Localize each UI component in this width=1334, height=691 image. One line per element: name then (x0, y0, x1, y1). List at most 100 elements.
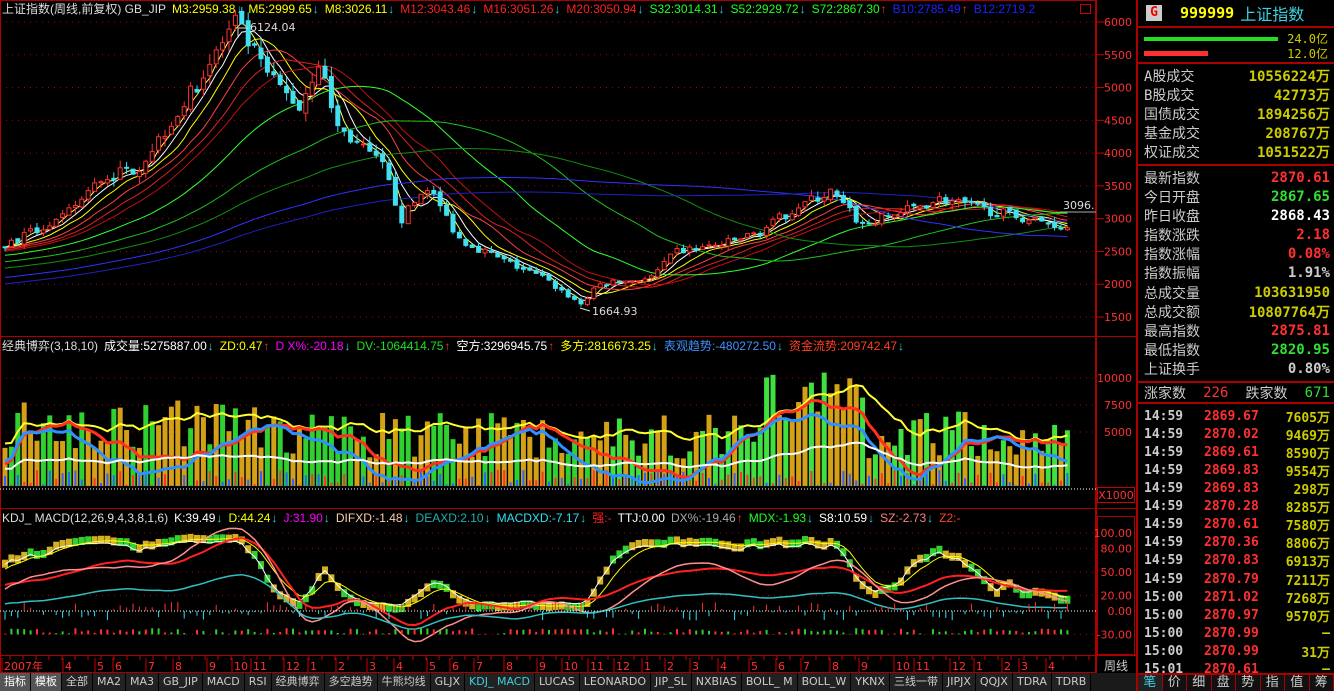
g-icon[interactable]: G (1146, 5, 1162, 21)
volume-bar (546, 447, 552, 486)
indicator-tab[interactable]: 多空趋势 (324, 673, 378, 691)
flow-bar (298, 484, 301, 486)
candle-up (1064, 227, 1070, 231)
candle-down (456, 231, 462, 239)
candle-up (85, 190, 91, 200)
tick-price: 2869.67 (1204, 408, 1259, 424)
tick-time: 14:59 (1144, 408, 1184, 424)
advance-decline: 涨家数 226 跌家数 671 (1138, 383, 1334, 402)
panel-tab[interactable]: 值 (1285, 675, 1310, 691)
dec-count: 671 (1304, 384, 1330, 401)
panel-tab[interactable]: 盘 (1211, 675, 1236, 691)
time-axis-label: 5 (751, 660, 758, 673)
panel-tab[interactable]: 细 (1187, 675, 1212, 691)
candle-down (885, 215, 891, 218)
legend-item: Z2:- (939, 511, 961, 525)
indicator-tab[interactable]: TDRA (1012, 673, 1052, 691)
candle-down (988, 206, 994, 217)
panel-tab[interactable]: 价 (1162, 675, 1187, 691)
volume-bar (847, 378, 853, 486)
indicator-tab[interactable]: JIP_SL (651, 673, 692, 691)
flow-bar (560, 477, 563, 486)
indicator-tab[interactable]: 经典博弈 (271, 673, 325, 691)
indicator-tab[interactable]: 指标 (0, 673, 31, 691)
flow-bar (189, 485, 192, 486)
indicator-tab[interactable]: 牛熊均线 (377, 673, 431, 691)
quote-row: 昨日收盘 2868.43 (1138, 206, 1334, 225)
indicator-tab[interactable]: BOLL_ M (741, 673, 798, 691)
candle-up (72, 205, 78, 209)
panel-tab[interactable]: 筹 (1309, 675, 1334, 691)
indicator-tab[interactable]: 三线一带 (889, 673, 943, 691)
legend-item: K:39.49 (174, 511, 216, 525)
indicator-tab[interactable]: MA2 (93, 673, 127, 691)
flow-bar (74, 470, 77, 486)
candle-up (956, 199, 962, 202)
candle-up (188, 85, 194, 110)
candle-down (322, 65, 328, 79)
arrow-down-icon: ↓ (471, 2, 478, 16)
flow-bar (317, 474, 320, 486)
arrow-up-icon: ↑ (736, 511, 743, 525)
flow-bar (778, 474, 781, 486)
quote-row: 指数涨跌 2.18 (1138, 226, 1334, 245)
indicator-tab[interactable]: 全部 (62, 673, 93, 691)
indicator-tab[interactable]: KDJ_ MACD (465, 673, 535, 691)
indicator-tab[interactable]: BOLL_W (797, 673, 852, 691)
candle-down (271, 71, 277, 76)
tick-volume: 6913万 (1285, 555, 1330, 571)
quote-panel: G 999999 上证指数 24.0亿 12.0亿 A股成交 10556224万 B股成… (1136, 0, 1334, 691)
candle-up (821, 197, 827, 202)
candle-down (508, 258, 514, 262)
candle-up (79, 198, 85, 208)
indicator-tab[interactable]: GLJX (430, 673, 466, 691)
price-axis-label: 3500 (1104, 180, 1132, 193)
candle-down (1039, 216, 1045, 222)
indicator-tab[interactable]: RSI (244, 673, 272, 691)
flow-bar (1053, 484, 1056, 486)
candle-up (418, 193, 424, 205)
candle-up (40, 229, 46, 234)
row-label: 总成交额 (1144, 304, 1200, 321)
indicator-tab[interactable]: NXBIAS (691, 673, 742, 691)
indicator-tab[interactable]: TDRB (1051, 673, 1092, 691)
indicator-tab[interactable]: QQJX (975, 673, 1013, 691)
candle-down (437, 191, 443, 207)
indicator-tab[interactable]: YKNX (851, 673, 890, 691)
indicator-tab[interactable]: LEONARDO (579, 673, 652, 691)
volume-bar (1007, 446, 1013, 486)
volume-bar (1013, 454, 1019, 486)
candle-down (463, 238, 469, 246)
indicator-tab[interactable]: MA3 (126, 673, 160, 691)
time-axis-label: 12 (952, 660, 966, 673)
time-axis-label: 3 (692, 660, 699, 673)
arrow-down-icon: ↓ (271, 511, 278, 525)
panel-tab[interactable]: 势 (1236, 675, 1261, 691)
indicator-tab[interactable]: 模板 (31, 673, 62, 691)
panel-tab[interactable]: 笔 (1138, 675, 1163, 691)
window-toggle-button[interactable] (1080, 4, 1091, 14)
volume-bar (911, 420, 917, 486)
panel-tab[interactable]: 指 (1260, 675, 1285, 691)
indicator-tab[interactable]: JIPJX (942, 673, 976, 691)
row-label: 指数涨跌 (1144, 228, 1200, 245)
flow-bar (535, 480, 538, 486)
tick-price: 2870.83 (1204, 553, 1259, 569)
turnover-row: B股成交 42773万 (1138, 85, 1334, 104)
arrow-down-icon: ↓ (312, 2, 319, 16)
adv-label: 涨家数 (1144, 385, 1186, 402)
candle-down (552, 280, 558, 289)
flow-bar (548, 481, 550, 486)
candle-up (136, 170, 142, 177)
candle-up (162, 135, 168, 139)
chart-area[interactable]: 6124.04 1664.93 3096. 6000 5500 5000 4500 4000 3… (0, 0, 1136, 673)
candle-up (661, 261, 667, 271)
indicator-tab[interactable]: MACD (202, 673, 245, 691)
turnover-row: 国债成交 1894256万 (1138, 104, 1334, 123)
row-label: 权证成交 (1144, 145, 1200, 162)
volume-bars: 24.0亿 12.0亿 (1138, 28, 1334, 64)
indicator-tab[interactable]: GB_JIP (159, 673, 203, 691)
flow-bar (368, 482, 371, 486)
tick-row: 14:59 2869.83 9554万 (1138, 461, 1334, 480)
indicator-tab[interactable]: LUCAS (534, 673, 580, 691)
